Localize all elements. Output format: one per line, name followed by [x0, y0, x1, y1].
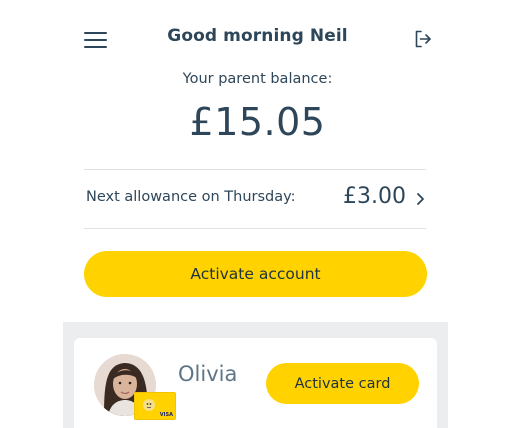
next-allowance-row[interactable]: Next allowance on Thursday: £3.00 [84, 170, 426, 228]
debit-card-icon: VISA [134, 392, 176, 420]
child-name: Olivia [178, 362, 238, 386]
children-panel: VISA Olivia Activate card [63, 322, 448, 428]
activate-card-button[interactable]: Activate card [266, 363, 419, 404]
header: Good morning Neil [0, 0, 515, 78]
card-brand-label: VISA [159, 412, 173, 418]
menu-line [84, 32, 107, 34]
child-card[interactable]: VISA Olivia Activate card [74, 338, 437, 428]
hamburger-menu-icon[interactable] [84, 32, 107, 48]
app-screen: Good morning Neil Your parent balance: £… [0, 0, 515, 428]
menu-line [84, 39, 107, 41]
activate-account-button[interactable]: Activate account [84, 251, 427, 297]
balance-label: Your parent balance: [182, 71, 333, 87]
logout-icon[interactable] [413, 29, 433, 49]
allowance-label: Next allowance on Thursday: [86, 189, 296, 205]
allowance-amount: £3.00 [343, 184, 406, 209]
menu-line [84, 46, 107, 48]
greeting-title: Good morning Neil [167, 26, 348, 46]
divider [84, 228, 426, 229]
balance-amount: £15.05 [189, 100, 326, 144]
chevron-right-icon [414, 191, 426, 205]
